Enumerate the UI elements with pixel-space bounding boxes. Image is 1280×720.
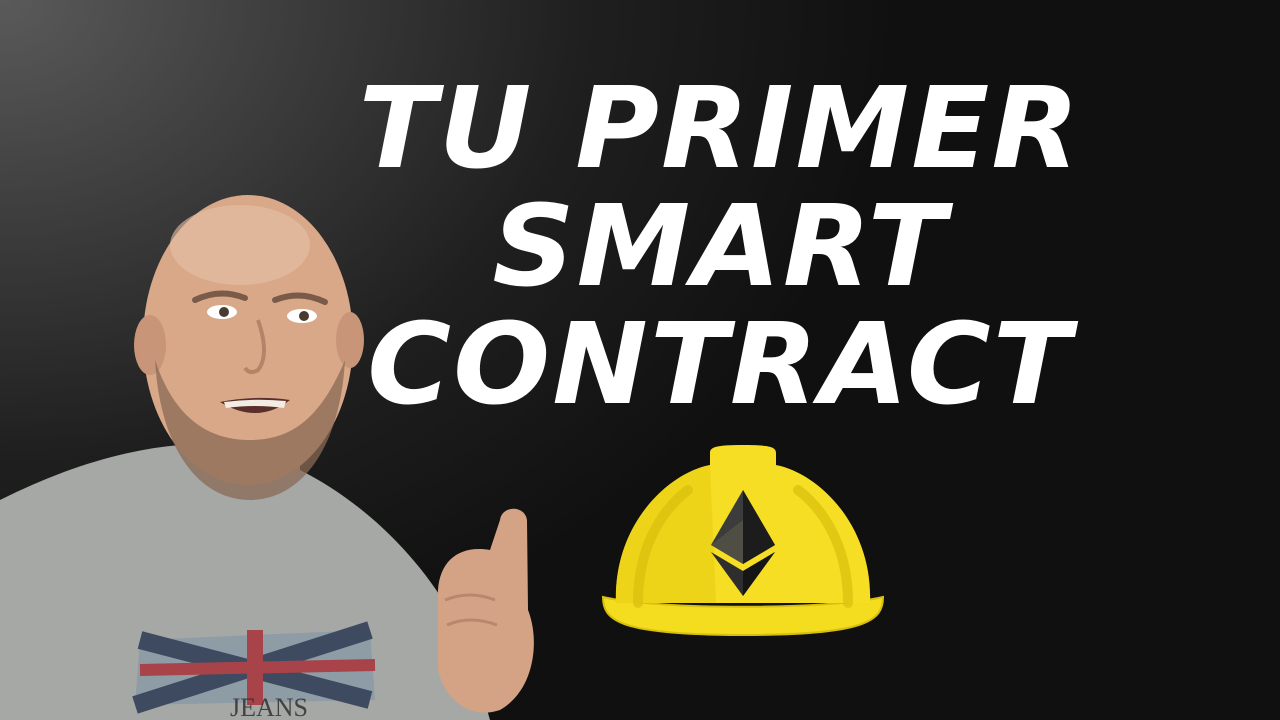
shirt-print-text: JEANS [230, 693, 308, 720]
hard-hat-icon [601, 445, 885, 637]
left-ear [134, 315, 166, 375]
presenter-photo: JEANS [0, 195, 534, 720]
thumbnail: TU PRIMER SMART CONTRACT JEANS [0, 0, 1280, 720]
pointing-hand [438, 508, 534, 713]
right-ear [336, 312, 364, 368]
